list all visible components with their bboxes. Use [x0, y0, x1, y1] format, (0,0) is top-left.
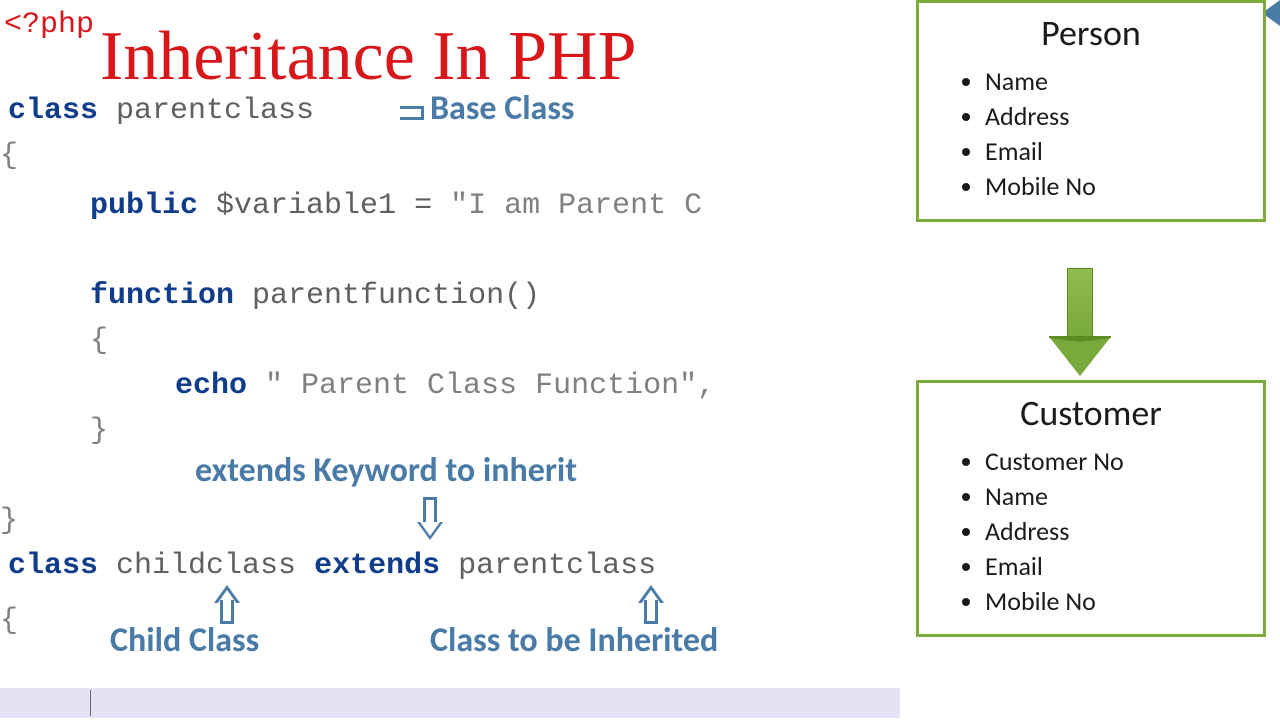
code-brace: {	[90, 320, 108, 362]
code-line-class-parent: class parentclass	[8, 90, 314, 132]
code-line-class-child: class childclass extends parentclass	[8, 545, 656, 587]
annotation-inherited: Class to be Inherited	[430, 620, 718, 661]
list-item: Address	[985, 100, 1245, 132]
list-item: Name	[985, 65, 1245, 97]
code-line-function: function parentfunction()	[90, 275, 540, 317]
code-line-variable: public $variable1 = "I am Parent C	[90, 185, 702, 227]
list-item: Email	[985, 550, 1245, 582]
php-open-tag: <?php	[4, 4, 94, 46]
list-item: Address	[985, 515, 1245, 547]
code-line-echo: echo " Parent Class Function",	[175, 365, 715, 407]
person-card: Person Name Address Email Mobile No	[916, 0, 1266, 222]
list-item: Email	[985, 135, 1245, 167]
code-brace: }	[90, 410, 108, 452]
code-brace: }	[0, 500, 18, 542]
customer-title: Customer	[937, 391, 1245, 435]
annotation-extends: extends Keyword to inherit	[195, 450, 577, 491]
code-brace: {	[0, 135, 18, 177]
code-brace: {	[0, 600, 18, 642]
person-attributes: Name Address Email Mobile No	[985, 65, 1245, 202]
annotation-base-class: Base Class	[430, 88, 574, 129]
arrow-shaft	[423, 497, 437, 525]
person-title: Person	[937, 11, 1245, 55]
customer-card: Customer Customer No Name Address Email …	[916, 380, 1266, 637]
annotation-child-class: Child Class	[110, 620, 259, 661]
list-item: Mobile No	[985, 585, 1245, 617]
arrow-down-icon	[420, 522, 440, 536]
arrow-shaft	[644, 600, 658, 624]
arrow-shaft	[220, 600, 234, 624]
list-item: Customer No	[985, 445, 1245, 477]
customer-attributes: Customer No Name Address Email Mobile No	[985, 445, 1245, 617]
inheritance-arrow-icon	[1050, 268, 1110, 378]
class-diagram: Person Name Address Email Mobile No Cust…	[910, 0, 1270, 720]
list-item: Mobile No	[985, 170, 1245, 202]
arrow-shaft	[400, 106, 424, 120]
list-item: Name	[985, 480, 1245, 512]
